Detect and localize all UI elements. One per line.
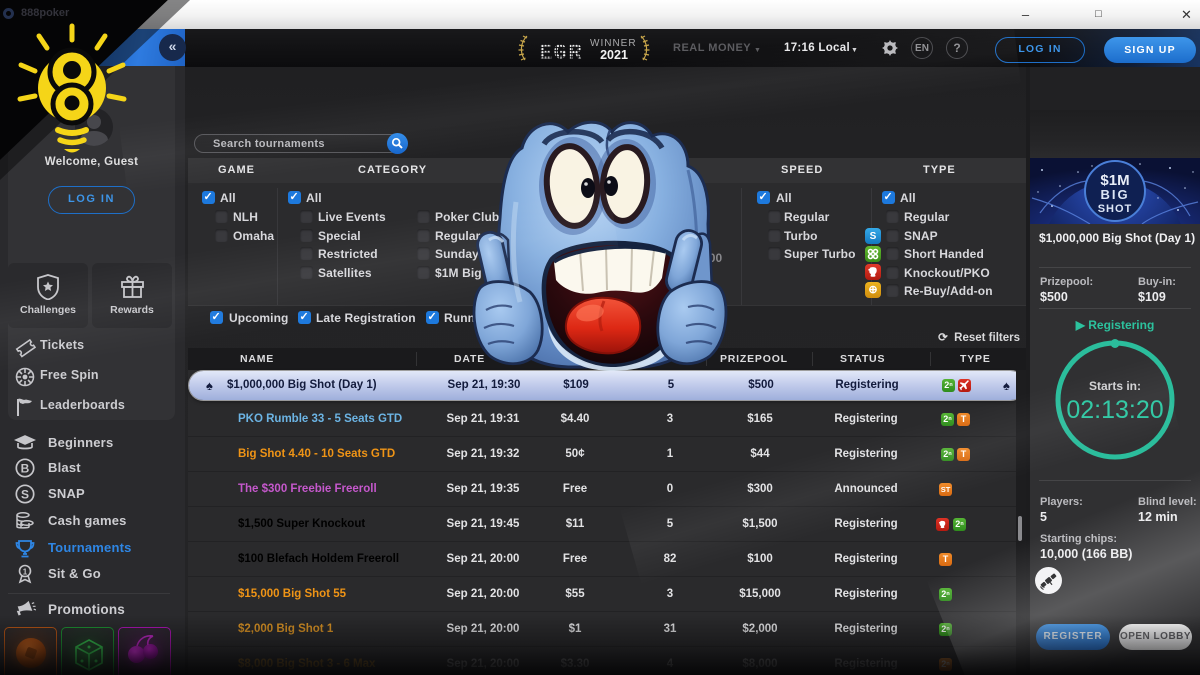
svg-text:EGR: EGR (539, 41, 583, 66)
svg-text:2021: 2021 (600, 48, 628, 62)
svg-text:SHOT: SHOT (1098, 203, 1133, 215)
svg-text:S: S (21, 488, 29, 502)
svg-text:1: 1 (23, 568, 28, 577)
svg-text:B: B (21, 462, 30, 476)
svg-text:BIG: BIG (1100, 187, 1129, 202)
